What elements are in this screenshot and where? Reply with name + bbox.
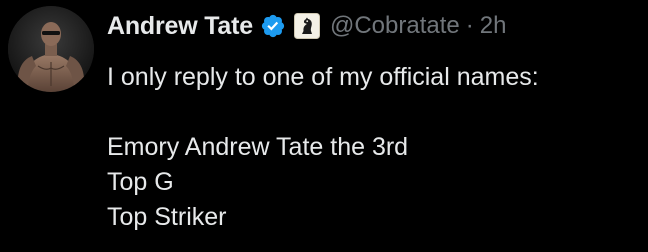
chess-knight-badge-icon[interactable]: [293, 13, 320, 39]
profile-photo: [8, 6, 94, 92]
tweet-line: I only reply to one of my official names…: [107, 63, 539, 91]
author-handle[interactable]: @Cobratate: [330, 12, 460, 40]
tweet-line: Top Striker: [107, 203, 227, 231]
separator-dot: ·: [465, 12, 474, 39]
tweet-line: Top G: [107, 168, 174, 196]
tweet[interactable]: Andrew Tate @Cobratate · 2h I only reply…: [0, 0, 648, 252]
verified-badge-icon[interactable]: [260, 13, 286, 39]
author-display-name[interactable]: Andrew Tate: [107, 12, 253, 41]
avatar[interactable]: [8, 6, 94, 92]
tweet-header: Andrew Tate @Cobratate · 2h: [107, 6, 506, 46]
tweet-text: I only reply to one of my official names…: [107, 60, 539, 235]
timestamp[interactable]: 2h: [480, 12, 507, 40]
tweet-line: Emory Andrew Tate the 3rd: [107, 133, 409, 161]
